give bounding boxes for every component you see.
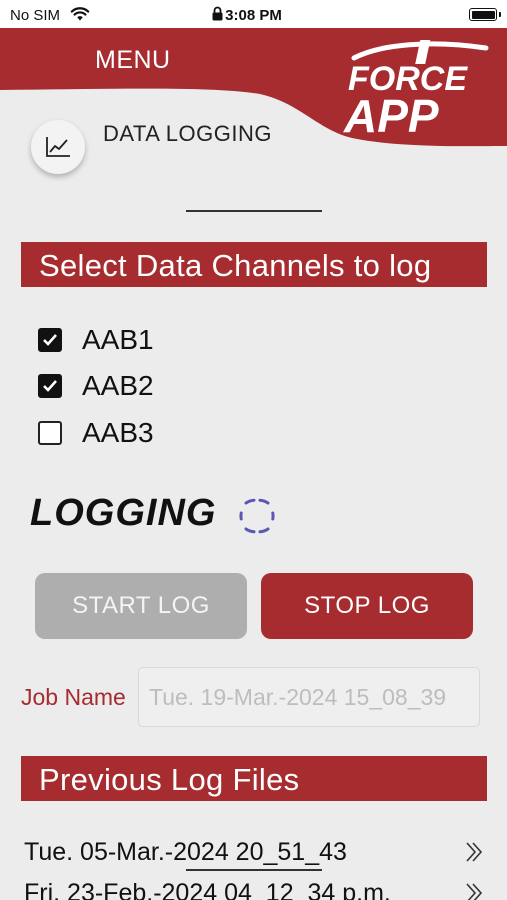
checkmark-icon (43, 380, 57, 392)
divider (186, 869, 322, 871)
double-chevron-right-icon (466, 883, 483, 900)
previous-logs-heading: Previous Log Files (21, 756, 487, 801)
channel-label: AAB3 (82, 417, 154, 448)
checkbox-checked[interactable] (38, 328, 62, 352)
checkbox-checked[interactable] (38, 374, 62, 398)
checkbox-unchecked[interactable] (38, 421, 62, 445)
battery-icon (469, 8, 501, 21)
page-title: DATA LOGGING (103, 121, 272, 146)
menu-button[interactable]: MENU (95, 46, 171, 75)
stop-log-button[interactable]: STOP LOG (261, 573, 473, 639)
channel-label: AAB2 (82, 370, 154, 401)
start-log-button[interactable]: START LOG (35, 573, 247, 639)
job-name-label: Job Name (21, 684, 126, 710)
logo-text-app: APP (343, 90, 439, 142)
log-file-item[interactable]: Tue. 05-Mar.-2024 20_51_43 (24, 835, 486, 869)
chart-icon-button[interactable] (31, 120, 85, 174)
divider (186, 210, 322, 212)
loading-spinner-icon (239, 498, 275, 534)
checkmark-icon (43, 334, 57, 346)
channel-aab3[interactable]: AAB3 (38, 417, 154, 449)
channel-aab1[interactable]: AAB1 (38, 324, 154, 356)
double-chevron-right-icon (466, 842, 483, 862)
log-file-name: Tue. 05-Mar.-2024 20_51_43 (24, 837, 347, 866)
channel-aab2[interactable]: AAB2 (38, 370, 154, 402)
force-app-logo: FORCE APP (343, 40, 489, 142)
status-bar: No SIM 3:08 PM (0, 0, 507, 30)
channels-heading: Select Data Channels to log (21, 242, 487, 287)
logging-status: LOGGING (30, 492, 217, 534)
channel-label: AAB1 (82, 324, 154, 355)
line-chart-icon (46, 137, 70, 157)
clock: 3:08 PM (225, 7, 282, 24)
log-file-item[interactable]: Fri. 23-Feb.-2024 04_12_34 p.m. (24, 876, 486, 900)
log-file-name: Fri. 23-Feb.-2024 04_12_34 p.m. (24, 878, 391, 900)
job-name-input[interactable] (138, 667, 480, 727)
